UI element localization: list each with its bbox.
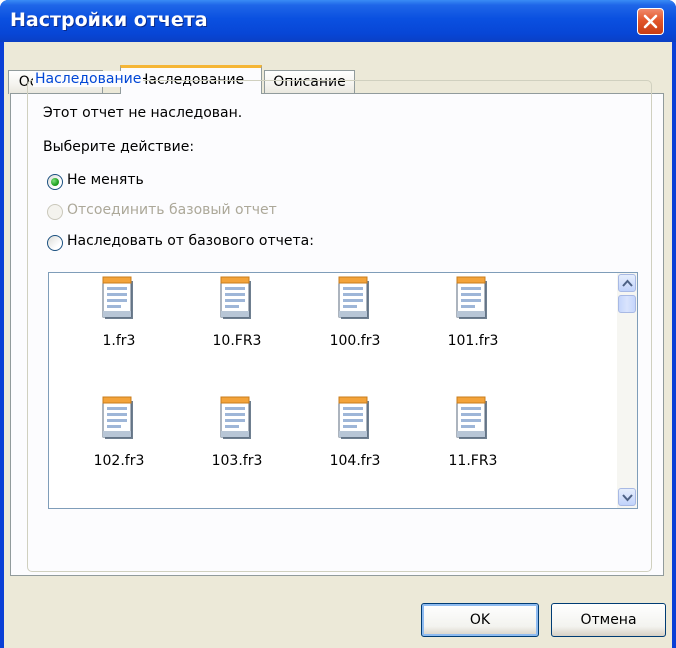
file-name: 1.fr3 [102, 333, 136, 349]
report-settings-dialog: Настройки отчета Основные Наследование О… [0, 0, 676, 648]
inheritance-status-text: Этот отчет не наследован. [43, 105, 243, 121]
radio-inherit-from-base[interactable] [47, 235, 63, 251]
base-report-file-list[interactable]: 1.fr3 10.FR3 100.fr3 101.fr3 102.fr3 103… [48, 272, 638, 509]
report-file-icon [456, 396, 487, 439]
chevron-up-icon [622, 279, 633, 287]
report-file-icon [102, 276, 133, 319]
report-file-icon [220, 396, 251, 439]
report-file-icon [456, 276, 487, 319]
ok-button[interactable]: OK [421, 603, 539, 637]
choose-action-label: Выберите действие: [43, 139, 195, 155]
file-item[interactable]: 11.FR3 [428, 393, 518, 483]
file-item[interactable]: 104.fr3 [310, 393, 400, 483]
file-name: 11.FR3 [448, 453, 498, 469]
file-name: 10.FR3 [212, 333, 262, 349]
radio-detach-base-report [47, 204, 63, 220]
scroll-down-button[interactable] [618, 488, 636, 506]
file-item[interactable]: 102.fr3 [74, 393, 164, 483]
scroll-up-button[interactable] [618, 274, 636, 292]
window-title: Настройки отчета [10, 9, 208, 31]
file-item[interactable]: 10.FR3 [192, 273, 282, 363]
radio-no-change-label[interactable]: Не менять [67, 172, 144, 188]
file-list-scrollbar[interactable] [617, 273, 637, 508]
radio-detach-base-report-label: Отсоединить базовый отчет [67, 202, 277, 218]
close-icon [643, 14, 658, 29]
file-name: 100.fr3 [329, 333, 381, 349]
file-name: 101.fr3 [447, 333, 499, 349]
report-file-icon [338, 276, 369, 319]
file-item[interactable]: 1.fr3 [74, 273, 164, 363]
close-button[interactable] [637, 8, 664, 35]
radio-inherit-from-base-label[interactable]: Наследовать от базового отчета: [67, 233, 314, 249]
cancel-button[interactable]: Отмена [551, 603, 666, 637]
report-file-icon [220, 276, 251, 319]
report-file-icon [338, 396, 369, 439]
scroll-thumb[interactable] [618, 295, 636, 313]
chevron-down-icon [622, 494, 633, 502]
inheritance-group-title: Наследование [33, 71, 144, 87]
file-item[interactable]: 103.fr3 [192, 393, 282, 483]
file-name: 102.fr3 [93, 453, 145, 469]
file-item[interactable]: 101.fr3 [428, 273, 518, 363]
file-name: 103.fr3 [211, 453, 263, 469]
title-bar[interactable]: Настройки отчета [0, 0, 676, 42]
file-name: 104.fr3 [329, 453, 381, 469]
radio-no-change[interactable] [47, 174, 63, 190]
file-item[interactable]: 100.fr3 [310, 273, 400, 363]
report-file-icon [102, 396, 133, 439]
